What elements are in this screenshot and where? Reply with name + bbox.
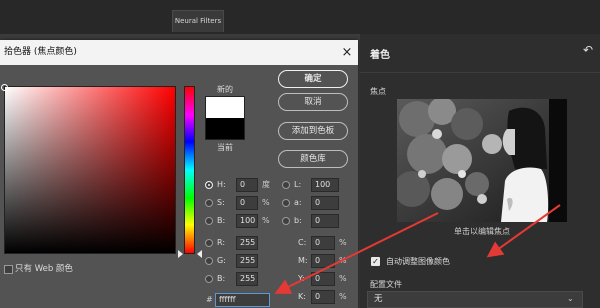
- focus-label: 焦点: [370, 87, 386, 96]
- dialog-title: 拾色器 (焦点颜色): [0, 40, 358, 65]
- auto-adjust-label: 自动调整图像颜色: [386, 257, 450, 266]
- l-radio[interactable]: [282, 181, 290, 189]
- s-unit: %: [262, 198, 270, 207]
- panel-divider: [360, 72, 600, 73]
- h-field[interactable]: 0: [236, 178, 258, 192]
- grayscale-photo: [397, 99, 567, 222]
- m-field[interactable]: 0: [311, 254, 335, 268]
- profile-select[interactable]: 无: [367, 291, 583, 308]
- color-picker-dialog: 拾色器 (焦点颜色) × 新的 当前 确定 取消 添加到色板 颜色库 H: 0 …: [0, 40, 358, 308]
- lab-b-label: b:: [294, 216, 302, 225]
- b-unit: %: [262, 216, 270, 225]
- new-color-label: 新的: [217, 85, 233, 94]
- m-label: M:: [298, 256, 308, 265]
- current-color-label: 当前: [217, 143, 233, 152]
- add-to-swatches-button[interactable]: 添加到色板: [278, 122, 348, 140]
- l-field[interactable]: 100: [311, 178, 339, 192]
- b-radio[interactable]: [205, 217, 213, 225]
- app-window: Neural Filters 拾色器 (焦点颜色) × 新的 当前 确定 取消 …: [0, 0, 600, 308]
- hue-slider[interactable]: [184, 86, 195, 254]
- panel-title: 着色: [370, 50, 390, 61]
- lab-b-radio[interactable]: [282, 217, 290, 225]
- r-field[interactable]: 255: [236, 236, 258, 250]
- reset-icon[interactable]: ↶: [583, 43, 593, 57]
- k-field[interactable]: 0: [311, 290, 335, 304]
- g-radio[interactable]: [205, 257, 213, 265]
- r-label: R:: [217, 238, 226, 247]
- rgb-b-label: B:: [217, 274, 226, 283]
- rgb-b-radio[interactable]: [205, 275, 213, 283]
- tab-strip: [0, 0, 600, 34]
- a-label: a:: [294, 198, 302, 207]
- hex-label: #: [206, 295, 213, 304]
- color-libraries-button[interactable]: 颜色库: [278, 150, 348, 168]
- g-label: G:: [217, 256, 226, 265]
- new-color-swatch: [205, 96, 245, 118]
- hue-slider-handle-right[interactable]: [197, 250, 202, 258]
- c-label: C:: [298, 238, 307, 247]
- profile-label: 配置文件: [370, 280, 402, 289]
- s-label: S:: [217, 198, 225, 207]
- h-unit: 度: [262, 180, 270, 189]
- lab-b-field[interactable]: 0: [311, 214, 339, 228]
- focus-preview-image[interactable]: [397, 99, 567, 222]
- chevron-down-icon[interactable]: ⌄: [567, 294, 574, 303]
- y-field[interactable]: 0: [311, 272, 335, 286]
- r-radio[interactable]: [205, 239, 213, 247]
- saturation-brightness-field[interactable]: [4, 86, 176, 254]
- m-unit: %: [339, 256, 347, 265]
- photo-caption: 单击以编辑焦点: [454, 227, 510, 236]
- ok-button[interactable]: 确定: [278, 70, 348, 88]
- s-field[interactable]: 0: [236, 196, 258, 210]
- current-color-swatch[interactable]: [205, 118, 245, 140]
- s-radio[interactable]: [205, 199, 213, 207]
- b-field[interactable]: 100: [236, 214, 258, 228]
- hex-input[interactable]: ffffff: [215, 293, 270, 307]
- auto-adjust-checkbox[interactable]: ✓: [371, 257, 380, 266]
- h-label: H:: [217, 180, 226, 189]
- c-field[interactable]: 0: [311, 236, 335, 250]
- close-icon[interactable]: ×: [338, 40, 356, 65]
- k-label: K:: [298, 292, 306, 301]
- color-picker-marker[interactable]: [1, 84, 8, 91]
- web-colors-checkbox[interactable]: [4, 265, 13, 274]
- a-field[interactable]: 0: [311, 196, 339, 210]
- b-label: B:: [217, 216, 226, 225]
- l-label: L:: [294, 180, 302, 189]
- y-label: Y:: [298, 274, 305, 283]
- rgb-b-field[interactable]: 255: [236, 272, 258, 286]
- h-radio[interactable]: [205, 181, 213, 189]
- k-unit: %: [339, 292, 347, 301]
- cancel-button[interactable]: 取消: [278, 93, 348, 111]
- c-unit: %: [339, 238, 347, 247]
- web-colors-label: 只有 Web 颜色: [15, 264, 73, 274]
- tab-neural-filters[interactable]: Neural Filters: [172, 10, 224, 32]
- g-field[interactable]: 255: [236, 254, 258, 268]
- a-radio[interactable]: [282, 199, 290, 207]
- hue-slider-handle-left[interactable]: [178, 250, 183, 258]
- y-unit: %: [339, 274, 347, 283]
